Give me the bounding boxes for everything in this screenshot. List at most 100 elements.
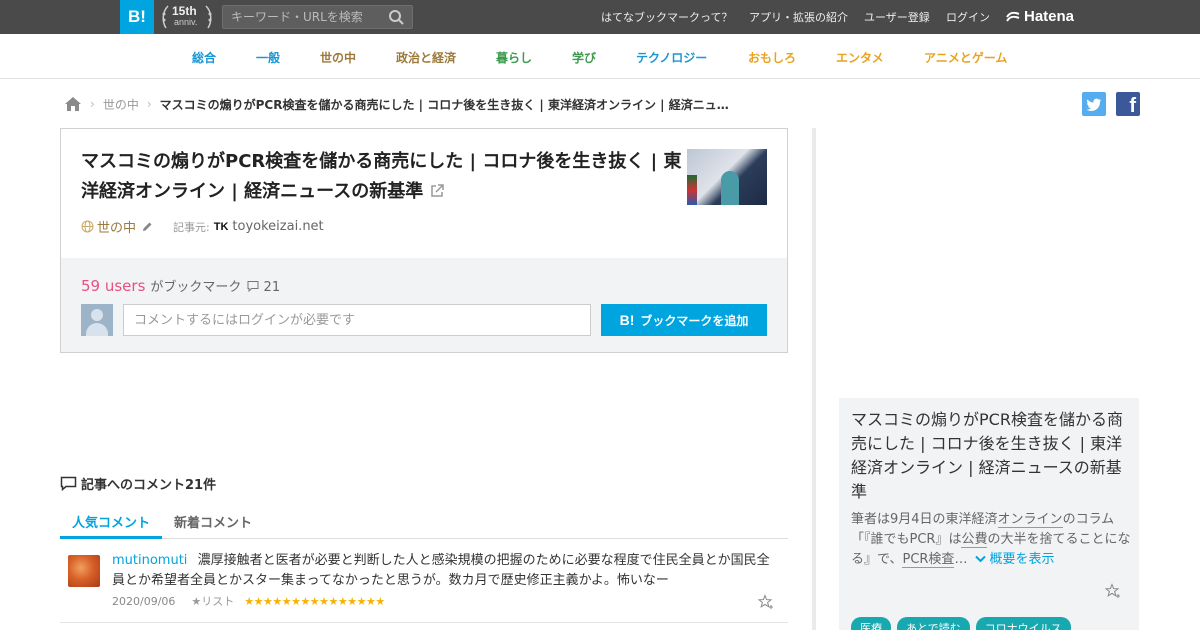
- comment-tabs: 人気コメント 新着コメント: [60, 506, 788, 539]
- entry-summary: マスコミの煽りがPCR検査を儲かる商売にした | コロナ後を生き抜く | 東洋経…: [839, 398, 1139, 630]
- add-star-icon[interactable]: [758, 594, 774, 610]
- comment-icon: [247, 281, 259, 293]
- category-link[interactable]: エンタメ: [836, 49, 884, 66]
- breadcrumb: › 世の中 › マスコミの煽りがPCR検査を儲かる商売にした | コロナ後を生き…: [64, 94, 740, 114]
- summary-keyword[interactable]: 公費: [961, 532, 988, 548]
- search-input[interactable]: [223, 6, 383, 28]
- facebook-icon: f: [1129, 95, 1136, 116]
- entry-card: マスコミの煽りがPCR検査を儲かる商売にした | コロナ後を生き抜く | 東洋経…: [60, 128, 788, 353]
- facebook-share-button[interactable]: f: [1116, 92, 1140, 116]
- comment-date[interactable]: 2020/09/06: [112, 595, 175, 608]
- category-link[interactable]: 暮らし: [496, 49, 532, 66]
- nav-register-link[interactable]: ユーザー登録: [864, 9, 930, 25]
- nav-login[interactable]: ログイン: [946, 0, 990, 34]
- chevron-down-icon: [975, 555, 987, 563]
- comment-count-badge[interactable]: 21: [247, 280, 280, 295]
- chevron-right-icon: ›: [146, 97, 152, 111]
- anniversary-number: 15th: [172, 4, 197, 18]
- users-count[interactable]: 59 users: [81, 277, 145, 295]
- thumbnail-flag: [687, 175, 697, 205]
- hatena-logo-icon: [1006, 11, 1020, 22]
- comment-input[interactable]: [123, 304, 591, 336]
- anniversary-badge: 15th anniv.: [160, 4, 214, 30]
- chevron-right-icon: ›: [90, 97, 95, 111]
- category-link[interactable]: 総合: [192, 49, 216, 66]
- nav-apps[interactable]: アプリ・拡張の紹介: [749, 0, 848, 34]
- top-bar: B! 15th anniv. はてなブックマークって？ アプリ・拡張の紹介 ユー…: [0, 0, 1200, 34]
- comment-body: mutinomuti 濃厚接触者と医者が必要と判断した人と感染規模の把握のために…: [112, 551, 777, 591]
- comments-heading: 記事へのコメント21件: [60, 474, 216, 493]
- category-link[interactable]: テクノロジー: [636, 49, 707, 66]
- nav-register[interactable]: ユーザー登録: [864, 0, 930, 34]
- entry-title-text[interactable]: マスコミの煽りがPCR検査を儲かる商売にした | コロナ後を生き抜く | 東洋経…: [81, 151, 681, 202]
- comments-heading-text: 記事へのコメント21件: [81, 478, 217, 493]
- users-suffix: がブックマーク: [150, 280, 242, 295]
- nav-login-link[interactable]: ログイン: [946, 9, 990, 25]
- column-divider: [812, 128, 816, 630]
- comment-count: 21: [263, 280, 281, 295]
- source-label: 記事元:: [173, 220, 210, 234]
- show-summary-link[interactable]: 概要を表示: [975, 552, 1054, 567]
- entry-category[interactable]: 世の中: [97, 217, 136, 236]
- hatena-brand[interactable]: Hatena: [1006, 8, 1074, 25]
- category-link[interactable]: 政治と経済: [396, 49, 456, 66]
- category-link[interactable]: 学び: [572, 49, 596, 66]
- add-bookmark-button[interactable]: B! ブックマークを追加: [601, 304, 767, 336]
- comment-text: 濃厚接触者と医者が必要と判断した人と感染規模の把握のために必要な程度で住民全員と…: [112, 553, 770, 588]
- comment-meta: 2020/09/06 ★リスト ★★★★★★★★★★★★★★★: [112, 593, 385, 609]
- category-link[interactable]: 一般: [256, 49, 280, 66]
- category-nav: 総合 一般 世の中 政治と経済 暮らし 学び テクノロジー おもしろ エンタメ …: [0, 34, 1200, 79]
- users-line: 59 users がブックマーク 21: [81, 276, 280, 295]
- category-link[interactable]: アニメとゲーム: [924, 49, 1007, 66]
- hatena-bookmark-logo[interactable]: B!: [120, 0, 154, 34]
- entry-thumbnail[interactable]: [687, 149, 767, 205]
- home-icon[interactable]: [64, 96, 82, 112]
- tab-recent[interactable]: 新着コメント: [174, 512, 252, 531]
- avatar: [81, 304, 113, 336]
- entry-meta: 世の中 記事元: TK toyokeizai.net: [81, 217, 324, 236]
- twitter-icon: [1086, 98, 1101, 111]
- add-bookmark-label: ブックマークを追加: [640, 313, 749, 328]
- comment-icon: [60, 476, 77, 491]
- category-link[interactable]: 世の中: [320, 49, 356, 66]
- source-domain[interactable]: toyokeizai.net: [232, 219, 323, 234]
- category-link[interactable]: おもしろ: [748, 49, 796, 66]
- summary-keyword[interactable]: オンライン: [997, 512, 1063, 528]
- bookmark-logo-icon: B!: [619, 312, 635, 328]
- avatar-body: [86, 323, 108, 336]
- comment-stars[interactable]: ★★★★★★★★★★★★★★★: [244, 595, 385, 608]
- summary-text-part: …: [954, 552, 968, 567]
- nav-apps-link[interactable]: アプリ・拡張の紹介: [749, 9, 848, 25]
- active-tab-indicator: [60, 536, 162, 539]
- show-summary-label: 概要を表示: [989, 552, 1055, 567]
- nav-about-link[interactable]: はてなブックマークって？: [601, 9, 732, 25]
- anniversary-label: anniv.: [174, 17, 198, 27]
- breadcrumb-category[interactable]: 世の中: [103, 96, 139, 113]
- bookmark-panel: 59 users がブックマーク 21 B! ブックマークを追加: [61, 258, 787, 352]
- tag[interactable]: 医療: [851, 617, 891, 630]
- pencil-icon[interactable]: [141, 221, 153, 233]
- summary-text-part: 筆者は9月4日の東洋経済: [851, 512, 998, 527]
- tag-list: 医療 あとで読む コロナウイルス: [851, 617, 1071, 630]
- summary-title: マスコミの煽りがPCR検査を儲かる商売にした | コロナ後を生き抜く | 東洋経…: [851, 410, 1123, 501]
- twitter-share-button[interactable]: [1082, 92, 1106, 116]
- breadcrumb-title: マスコミの煽りがPCR検査を儲かる商売にした | コロナ後を生き抜く | 東洋経…: [159, 97, 740, 112]
- add-star-icon[interactable]: [1105, 583, 1121, 599]
- nav-about[interactable]: はてなブックマークって？: [601, 0, 732, 34]
- search-box: [222, 5, 413, 29]
- comment-avatar[interactable]: [68, 555, 100, 587]
- star-list-link[interactable]: ★リスト: [191, 593, 234, 609]
- comment-user[interactable]: mutinomuti: [112, 553, 187, 568]
- summary-text: 筆者は9月4日の東洋経済オンラインのコラム「『誰でもPCR』は公費の大半を捨てる…: [851, 510, 1131, 570]
- globe-icon: [81, 220, 94, 233]
- tab-popular[interactable]: 人気コメント: [72, 512, 150, 531]
- source-logo: TK: [213, 220, 229, 233]
- entry-title[interactable]: マスコミの煽りがPCR検査を儲かる商売にした | コロナ後を生き抜く | 東洋経…: [81, 147, 686, 207]
- tag[interactable]: あとで読む: [897, 617, 970, 630]
- tag[interactable]: コロナウイルス: [975, 617, 1071, 630]
- summary-keyword[interactable]: PCR検査: [902, 552, 955, 568]
- comment-item: mutinomuti 濃厚接触者と医者が必要と判断した人と感染規模の把握のために…: [60, 550, 788, 623]
- external-link-icon[interactable]: [430, 184, 444, 198]
- search-icon[interactable]: [388, 9, 406, 25]
- thumbnail-person: [721, 171, 739, 205]
